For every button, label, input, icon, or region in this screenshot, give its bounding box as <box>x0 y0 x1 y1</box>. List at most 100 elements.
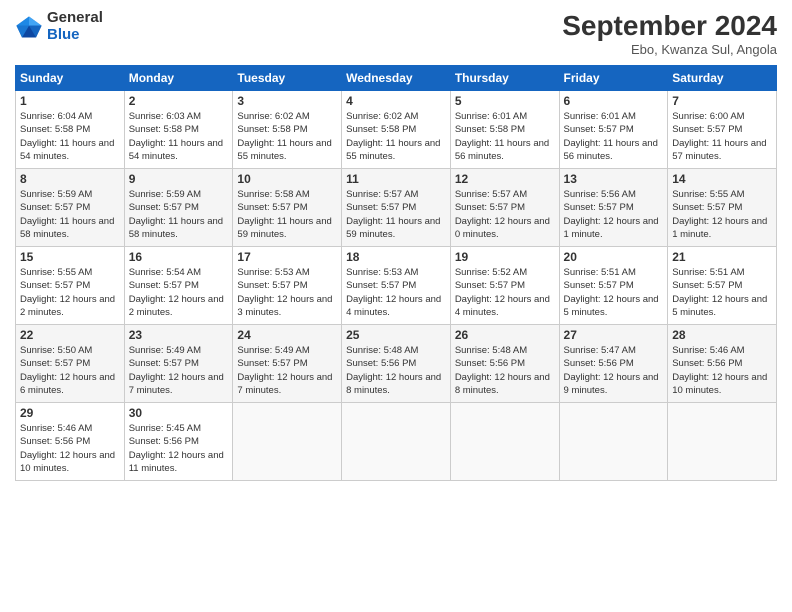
day-number: 1 <box>20 94 120 108</box>
day-info: Sunrise: 6:01 AMSunset: 5:58 PMDaylight:… <box>455 111 549 162</box>
day-number: 7 <box>672 94 772 108</box>
calendar-week-3: 15 Sunrise: 5:55 AMSunset: 5:57 PMDayligh… <box>16 247 777 325</box>
day-info: Sunrise: 5:53 AMSunset: 5:57 PMDaylight:… <box>346 267 441 318</box>
calendar-cell: 8Sunrise: 5:59 AMSunset: 5:57 PMDaylight… <box>16 169 125 247</box>
day-info: Sunrise: 6:01 AMSunset: 5:57 PMDaylight:… <box>564 111 658 162</box>
calendar-week-1: 1 Sunrise: 6:04 AMSunset: 5:58 PMDaylight… <box>16 91 777 169</box>
calendar-header: SundayMondayTuesdayWednesdayThursdayFrid… <box>16 66 777 91</box>
calendar-week-4: 22Sunrise: 5:50 AMSunset: 5:57 PMDayligh… <box>16 325 777 403</box>
calendar-cell: 24 Sunrise: 5:49 AMSunset: 5:57 PMDayligh… <box>233 325 342 403</box>
calendar-cell: 4 Sunrise: 6:02 AMSunset: 5:58 PMDaylight… <box>342 91 451 169</box>
day-number: 24 <box>237 328 337 342</box>
calendar-cell: 2 Sunrise: 6:03 AMSunset: 5:58 PMDaylight… <box>124 91 233 169</box>
calendar-week-5: 29Sunrise: 5:46 AMSunset: 5:56 PMDayligh… <box>16 403 777 481</box>
calendar-cell: 25 Sunrise: 5:48 AMSunset: 5:56 PMDayligh… <box>342 325 451 403</box>
weekday-wednesday: Wednesday <box>342 66 451 91</box>
day-info: Sunrise: 5:51 AMSunset: 5:57 PMDaylight:… <box>672 267 767 318</box>
calendar-cell: 30 Sunrise: 5:45 AMSunset: 5:56 PMDayligh… <box>124 403 233 481</box>
day-info: Sunrise: 5:49 AMSunset: 5:57 PMDaylight:… <box>129 345 224 396</box>
day-info: Sunrise: 5:57 AMSunset: 5:57 PMDaylight:… <box>346 189 440 240</box>
day-info: Sunrise: 5:46 AMSunset: 5:56 PMDaylight:… <box>672 345 767 396</box>
calendar-cell: 1 Sunrise: 6:04 AMSunset: 5:58 PMDaylight… <box>16 91 125 169</box>
day-number: 22 <box>20 328 120 342</box>
day-number: 16 <box>129 250 229 264</box>
calendar-week-2: 8Sunrise: 5:59 AMSunset: 5:57 PMDaylight… <box>16 169 777 247</box>
day-number: 28 <box>672 328 772 342</box>
day-number: 4 <box>346 94 446 108</box>
weekday-header-row: SundayMondayTuesdayWednesdayThursdayFrid… <box>16 66 777 91</box>
calendar-cell: 23 Sunrise: 5:49 AMSunset: 5:57 PMDayligh… <box>124 325 233 403</box>
calendar-cell: 21 Sunrise: 5:51 AMSunset: 5:57 PMDayligh… <box>668 247 777 325</box>
calendar-cell: 18Sunrise: 5:53 AMSunset: 5:57 PMDayligh… <box>342 247 451 325</box>
day-number: 26 <box>455 328 555 342</box>
day-number: 19 <box>455 250 555 264</box>
day-number: 3 <box>237 94 337 108</box>
day-info: Sunrise: 5:46 AMSunset: 5:56 PMDaylight:… <box>20 423 115 474</box>
day-info: Sunrise: 6:02 AMSunset: 5:58 PMDaylight:… <box>237 111 331 162</box>
day-number: 25 <box>346 328 446 342</box>
weekday-thursday: Thursday <box>450 66 559 91</box>
day-info: Sunrise: 5:47 AMSunset: 5:56 PMDaylight:… <box>564 345 659 396</box>
day-info: Sunrise: 5:55 AMSunset: 5:57 PMDaylight:… <box>20 267 115 318</box>
logo-icon <box>15 13 43 41</box>
day-number: 13 <box>564 172 664 186</box>
calendar-cell <box>559 403 668 481</box>
calendar-cell: 17 Sunrise: 5:53 AMSunset: 5:57 PMDayligh… <box>233 247 342 325</box>
day-info: Sunrise: 5:48 AMSunset: 5:56 PMDaylight:… <box>455 345 550 396</box>
day-info: Sunrise: 6:03 AMSunset: 5:58 PMDaylight:… <box>129 111 223 162</box>
calendar-cell: 12Sunrise: 5:57 AMSunset: 5:57 PMDayligh… <box>450 169 559 247</box>
calendar-cell: 27 Sunrise: 5:47 AMSunset: 5:56 PMDayligh… <box>559 325 668 403</box>
calendar-cell: 20Sunrise: 5:51 AMSunset: 5:57 PMDayligh… <box>559 247 668 325</box>
day-number: 23 <box>129 328 229 342</box>
day-info: Sunrise: 5:53 AMSunset: 5:57 PMDaylight:… <box>237 267 332 318</box>
day-number: 21 <box>672 250 772 264</box>
day-number: 15 <box>20 250 120 264</box>
day-info: Sunrise: 5:51 AMSunset: 5:57 PMDaylight:… <box>564 267 659 318</box>
day-number: 17 <box>237 250 337 264</box>
calendar-cell: 9Sunrise: 5:59 AMSunset: 5:57 PMDaylight… <box>124 169 233 247</box>
day-info: Sunrise: 5:48 AMSunset: 5:56 PMDaylight:… <box>346 345 441 396</box>
calendar-cell: 19 Sunrise: 5:52 AMSunset: 5:57 PMDayligh… <box>450 247 559 325</box>
weekday-sunday: Sunday <box>16 66 125 91</box>
day-info: Sunrise: 5:52 AMSunset: 5:57 PMDaylight:… <box>455 267 550 318</box>
title-area: September 2024 Ebo, Kwanza Sul, Angola <box>562 10 777 57</box>
day-number: 9 <box>129 172 229 186</box>
day-number: 5 <box>455 94 555 108</box>
day-info: Sunrise: 5:55 AMSunset: 5:57 PMDaylight:… <box>672 189 767 240</box>
day-info: Sunrise: 6:04 AMSunset: 5:58 PMDaylight:… <box>20 111 114 162</box>
day-number: 2 <box>129 94 229 108</box>
day-info: Sunrise: 5:45 AMSunset: 5:56 PMDaylight:… <box>129 423 224 474</box>
day-number: 27 <box>564 328 664 342</box>
calendar-table: SundayMondayTuesdayWednesdayThursdayFrid… <box>15 65 777 481</box>
logo: General Blue <box>15 10 103 43</box>
day-number: 11 <box>346 172 446 186</box>
weekday-monday: Monday <box>124 66 233 91</box>
month-title: September 2024 <box>562 10 777 42</box>
calendar-cell: 10 Sunrise: 5:58 AMSunset: 5:57 PMDayligh… <box>233 169 342 247</box>
day-info: Sunrise: 5:58 AMSunset: 5:57 PMDaylight:… <box>237 189 331 240</box>
weekday-tuesday: Tuesday <box>233 66 342 91</box>
day-info: Sunrise: 6:02 AMSunset: 5:58 PMDaylight:… <box>346 111 440 162</box>
day-info: Sunrise: 5:49 AMSunset: 5:57 PMDaylight:… <box>237 345 332 396</box>
day-number: 10 <box>237 172 337 186</box>
logo-blue: Blue <box>47 26 80 43</box>
calendar-cell: 22Sunrise: 5:50 AMSunset: 5:57 PMDayligh… <box>16 325 125 403</box>
calendar-body: 1 Sunrise: 6:04 AMSunset: 5:58 PMDaylight… <box>16 91 777 481</box>
logo-general: General <box>47 9 103 26</box>
calendar-cell: 16Sunrise: 5:54 AMSunset: 5:57 PMDayligh… <box>124 247 233 325</box>
calendar-cell: 28 Sunrise: 5:46 AMSunset: 5:56 PMDayligh… <box>668 325 777 403</box>
calendar-cell: 3 Sunrise: 6:02 AMSunset: 5:58 PMDaylight… <box>233 91 342 169</box>
calendar-cell: 29Sunrise: 5:46 AMSunset: 5:56 PMDayligh… <box>16 403 125 481</box>
calendar-cell: 11 Sunrise: 5:57 AMSunset: 5:57 PMDayligh… <box>342 169 451 247</box>
day-info: Sunrise: 5:57 AMSunset: 5:57 PMDaylight:… <box>455 189 550 240</box>
location-subtitle: Ebo, Kwanza Sul, Angola <box>562 42 777 57</box>
day-number: 30 <box>129 406 229 420</box>
calendar-cell: 14 Sunrise: 5:55 AMSunset: 5:57 PMDayligh… <box>668 169 777 247</box>
weekday-saturday: Saturday <box>668 66 777 91</box>
day-number: 14 <box>672 172 772 186</box>
day-number: 6 <box>564 94 664 108</box>
calendar-cell: 5 Sunrise: 6:01 AMSunset: 5:58 PMDaylight… <box>450 91 559 169</box>
day-number: 8 <box>20 172 120 186</box>
calendar-cell: 7Sunrise: 6:00 AMSunset: 5:57 PMDaylight… <box>668 91 777 169</box>
header: General Blue September 2024 Ebo, Kwanza … <box>15 10 777 57</box>
